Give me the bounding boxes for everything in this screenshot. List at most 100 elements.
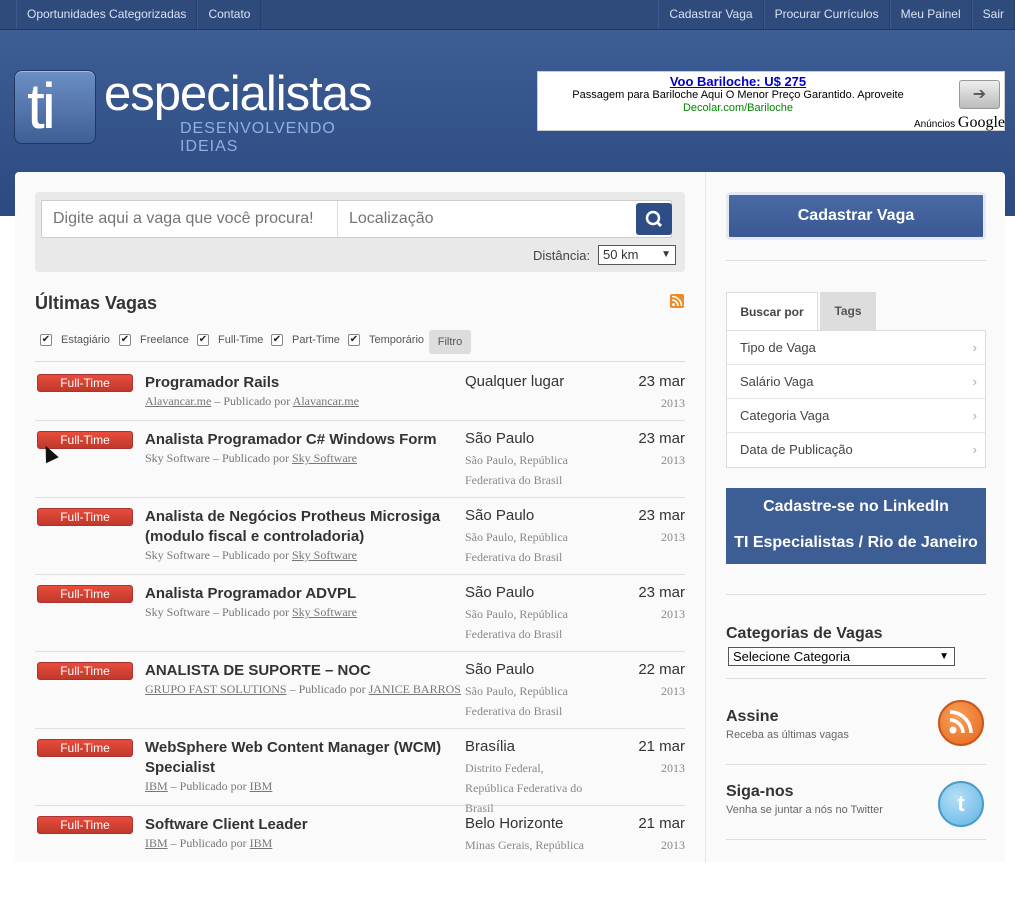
chevron-right-icon: ›: [972, 408, 977, 423]
job-year: 2013: [661, 530, 685, 544]
ad-label-text: Anúncios: [914, 119, 956, 130]
location-input[interactable]: [338, 201, 632, 237]
job-published-by: – Publicado por: [214, 394, 291, 408]
filter-button[interactable]: Filtro: [429, 330, 471, 354]
job-location: Belo Horizonte: [465, 815, 564, 832]
job-title[interactable]: Analista Programador C# Windows Form: [145, 430, 455, 450]
rss-icon[interactable]: [670, 294, 684, 308]
job-meta: IBM – Publicado por IBM: [145, 779, 272, 794]
job-type-badge: Full-Time: [37, 739, 133, 757]
search-button[interactable]: [636, 203, 672, 235]
job-location: São Paulo: [465, 584, 535, 601]
checkbox-checked-icon[interactable]: ✔: [119, 334, 131, 346]
twitter-icon[interactable]: t: [938, 781, 984, 827]
jobs-section-title: Últimas Vagas: [35, 293, 158, 313]
ad-label[interactable]: Anúncios Google: [914, 114, 1005, 132]
nav-cadastrar-vaga-link[interactable]: Cadastrar Vaga: [658, 0, 764, 29]
job-company-link[interactable]: GRUPO FAST SOLUTIONS: [145, 682, 287, 696]
checkbox-checked-icon[interactable]: ✔: [197, 334, 209, 346]
subscribe-title[interactable]: Assine: [726, 708, 778, 726]
ad-banner[interactable]: Voo Bariloche: U$ 275 Passagem para Bari…: [537, 71, 1005, 131]
search-box: Distância: 50 km ▼: [35, 192, 685, 272]
ad-title[interactable]: Voo Bariloche: U$ 275: [538, 74, 938, 89]
job-meta: Sky Software – Publicado por Sky Softwar…: [145, 451, 357, 466]
nav-procurar-curriculos-link[interactable]: Procurar Currículos: [763, 0, 890, 29]
categories-select-value: Selecione Categoria: [733, 649, 851, 664]
job-poster-link[interactable]: IBM: [250, 836, 273, 850]
job-company: Sky Software: [145, 451, 210, 465]
search-input[interactable]: [42, 201, 338, 237]
job-type-badge: Full-Time: [37, 374, 133, 392]
divider: [726, 678, 986, 679]
filter-temporario[interactable]: ✔ Temporário: [348, 334, 424, 346]
nav-oportunidades-link[interactable]: Oportunidades Categorizadas: [16, 0, 198, 29]
browse-label: Data de Publicação: [740, 442, 853, 457]
job-title[interactable]: Analista Programador ADVPL: [145, 584, 455, 604]
browse-data-publicacao[interactable]: Data de Publicação ›: [727, 433, 985, 467]
checkbox-checked-icon[interactable]: ✔: [40, 334, 52, 346]
distance-select[interactable]: 50 km ▼: [598, 245, 676, 265]
job-company-link[interactable]: IBM: [145, 836, 168, 850]
logo-name: especialistas: [104, 67, 373, 121]
browse-salario-vaga[interactable]: Salário Vaga ›: [727, 365, 985, 399]
job-row[interactable]: Full-Time Analista Programador C# Window…: [35, 421, 685, 498]
filter-full-time[interactable]: ✔ Full-Time: [197, 334, 263, 346]
job-poster-link[interactable]: Sky Software: [292, 548, 357, 562]
categories-select[interactable]: Selecione Categoria ▼: [728, 647, 955, 666]
job-title[interactable]: Software Client Leader: [145, 815, 455, 835]
job-meta: Sky Software – Publicado por Sky Softwar…: [145, 605, 357, 620]
job-poster-link[interactable]: JANICE BARROS: [369, 682, 461, 696]
filter-freelance[interactable]: ✔ Freelance: [119, 334, 189, 346]
distance-value: 50 km: [603, 247, 639, 262]
linkedin-box[interactable]: Cadastre-se no LinkedIn TI Especialistas…: [726, 488, 986, 564]
browse-categoria-vaga[interactable]: Categoria Vaga ›: [727, 399, 985, 433]
filter-estagiario[interactable]: ✔ Estagiário: [40, 334, 110, 346]
job-title[interactable]: WebSphere Web Content Manager (WCM) Spec…: [145, 738, 455, 778]
nav-contato-link[interactable]: Contato: [197, 0, 262, 29]
follow-title[interactable]: Siga-nos: [726, 783, 794, 801]
job-date: 23 mar: [638, 430, 685, 447]
job-poster-link[interactable]: Sky Software: [292, 605, 357, 619]
job-location-detail: São Paulo, República Federativa do Brasi…: [465, 453, 568, 487]
job-title[interactable]: Analista de Negócios Protheus Microsiga …: [145, 507, 455, 547]
cadastrar-vaga-button[interactable]: Cadastrar Vaga: [726, 192, 986, 240]
job-published-by: – Publicado por: [213, 451, 289, 465]
checkbox-checked-icon[interactable]: ✔: [271, 334, 283, 346]
job-row[interactable]: Full-Time WebSphere Web Content Manager …: [35, 729, 685, 815]
filter-label: Temporário: [369, 334, 425, 346]
job-date: 21 mar: [638, 815, 685, 832]
nav-sair-link[interactable]: Sair: [971, 0, 1015, 29]
job-company-link[interactable]: Alavancar.me: [145, 394, 211, 408]
ad-brand: Google: [957, 114, 1006, 131]
browse-tipo-de-vaga[interactable]: Tipo de Vaga ›: [727, 331, 985, 365]
rss-feed-icon[interactable]: [938, 700, 984, 746]
sidebar: Cadastrar Vaga Buscar por Tags Tipo de V…: [705, 172, 1005, 862]
job-poster-link[interactable]: Sky Software: [292, 451, 357, 465]
ad-arrow-icon[interactable]: ➔: [959, 80, 1000, 109]
site-logo[interactable]: ti especialistas DESENVOLVENDO IDEIAS: [14, 67, 394, 155]
job-row[interactable]: Full-Time ANALISTA DE SUPORTE – NOC GRUP…: [35, 652, 685, 729]
main-column: Distância: 50 km ▼ Últimas Vagas ✔ Estagiá…: [15, 172, 705, 862]
divider: [726, 839, 986, 840]
job-row[interactable]: Full-Time Analista Programador ADVPL Sky…: [35, 575, 685, 652]
filter-part-time[interactable]: ✔ Part-Time: [271, 334, 340, 346]
job-title[interactable]: ANALISTA DE SUPORTE – NOC: [145, 661, 455, 681]
job-row[interactable]: Full-Time Analista de Negócios Protheus …: [35, 498, 685, 575]
job-date: 23 mar: [638, 507, 685, 524]
job-date: 23 mar: [638, 373, 685, 390]
job-location: Qualquer lugar: [465, 373, 565, 390]
checkbox-checked-icon[interactable]: ✔: [348, 334, 360, 346]
tab-tags[interactable]: Tags: [820, 292, 876, 330]
job-title[interactable]: Programador Rails: [145, 373, 455, 393]
job-year: 2013: [661, 838, 685, 852]
job-row[interactable]: Full-Time Programador Rails Alavancar.me…: [35, 364, 685, 421]
ad-url[interactable]: Decolar.com/Bariloche: [538, 102, 938, 114]
tab-buscar-por[interactable]: Buscar por: [726, 292, 818, 330]
nav-meu-painel-link[interactable]: Meu Painel: [889, 0, 972, 29]
job-poster-link[interactable]: IBM: [250, 779, 273, 793]
subscribe-subtitle: Receba as últimas vagas: [726, 729, 849, 741]
job-location: Brasília: [465, 738, 516, 755]
job-poster-link[interactable]: Alavancar.me: [293, 394, 359, 408]
job-row[interactable]: Full-Time Software Client Leader IBM – P…: [35, 806, 685, 862]
job-company-link[interactable]: IBM: [145, 779, 168, 793]
